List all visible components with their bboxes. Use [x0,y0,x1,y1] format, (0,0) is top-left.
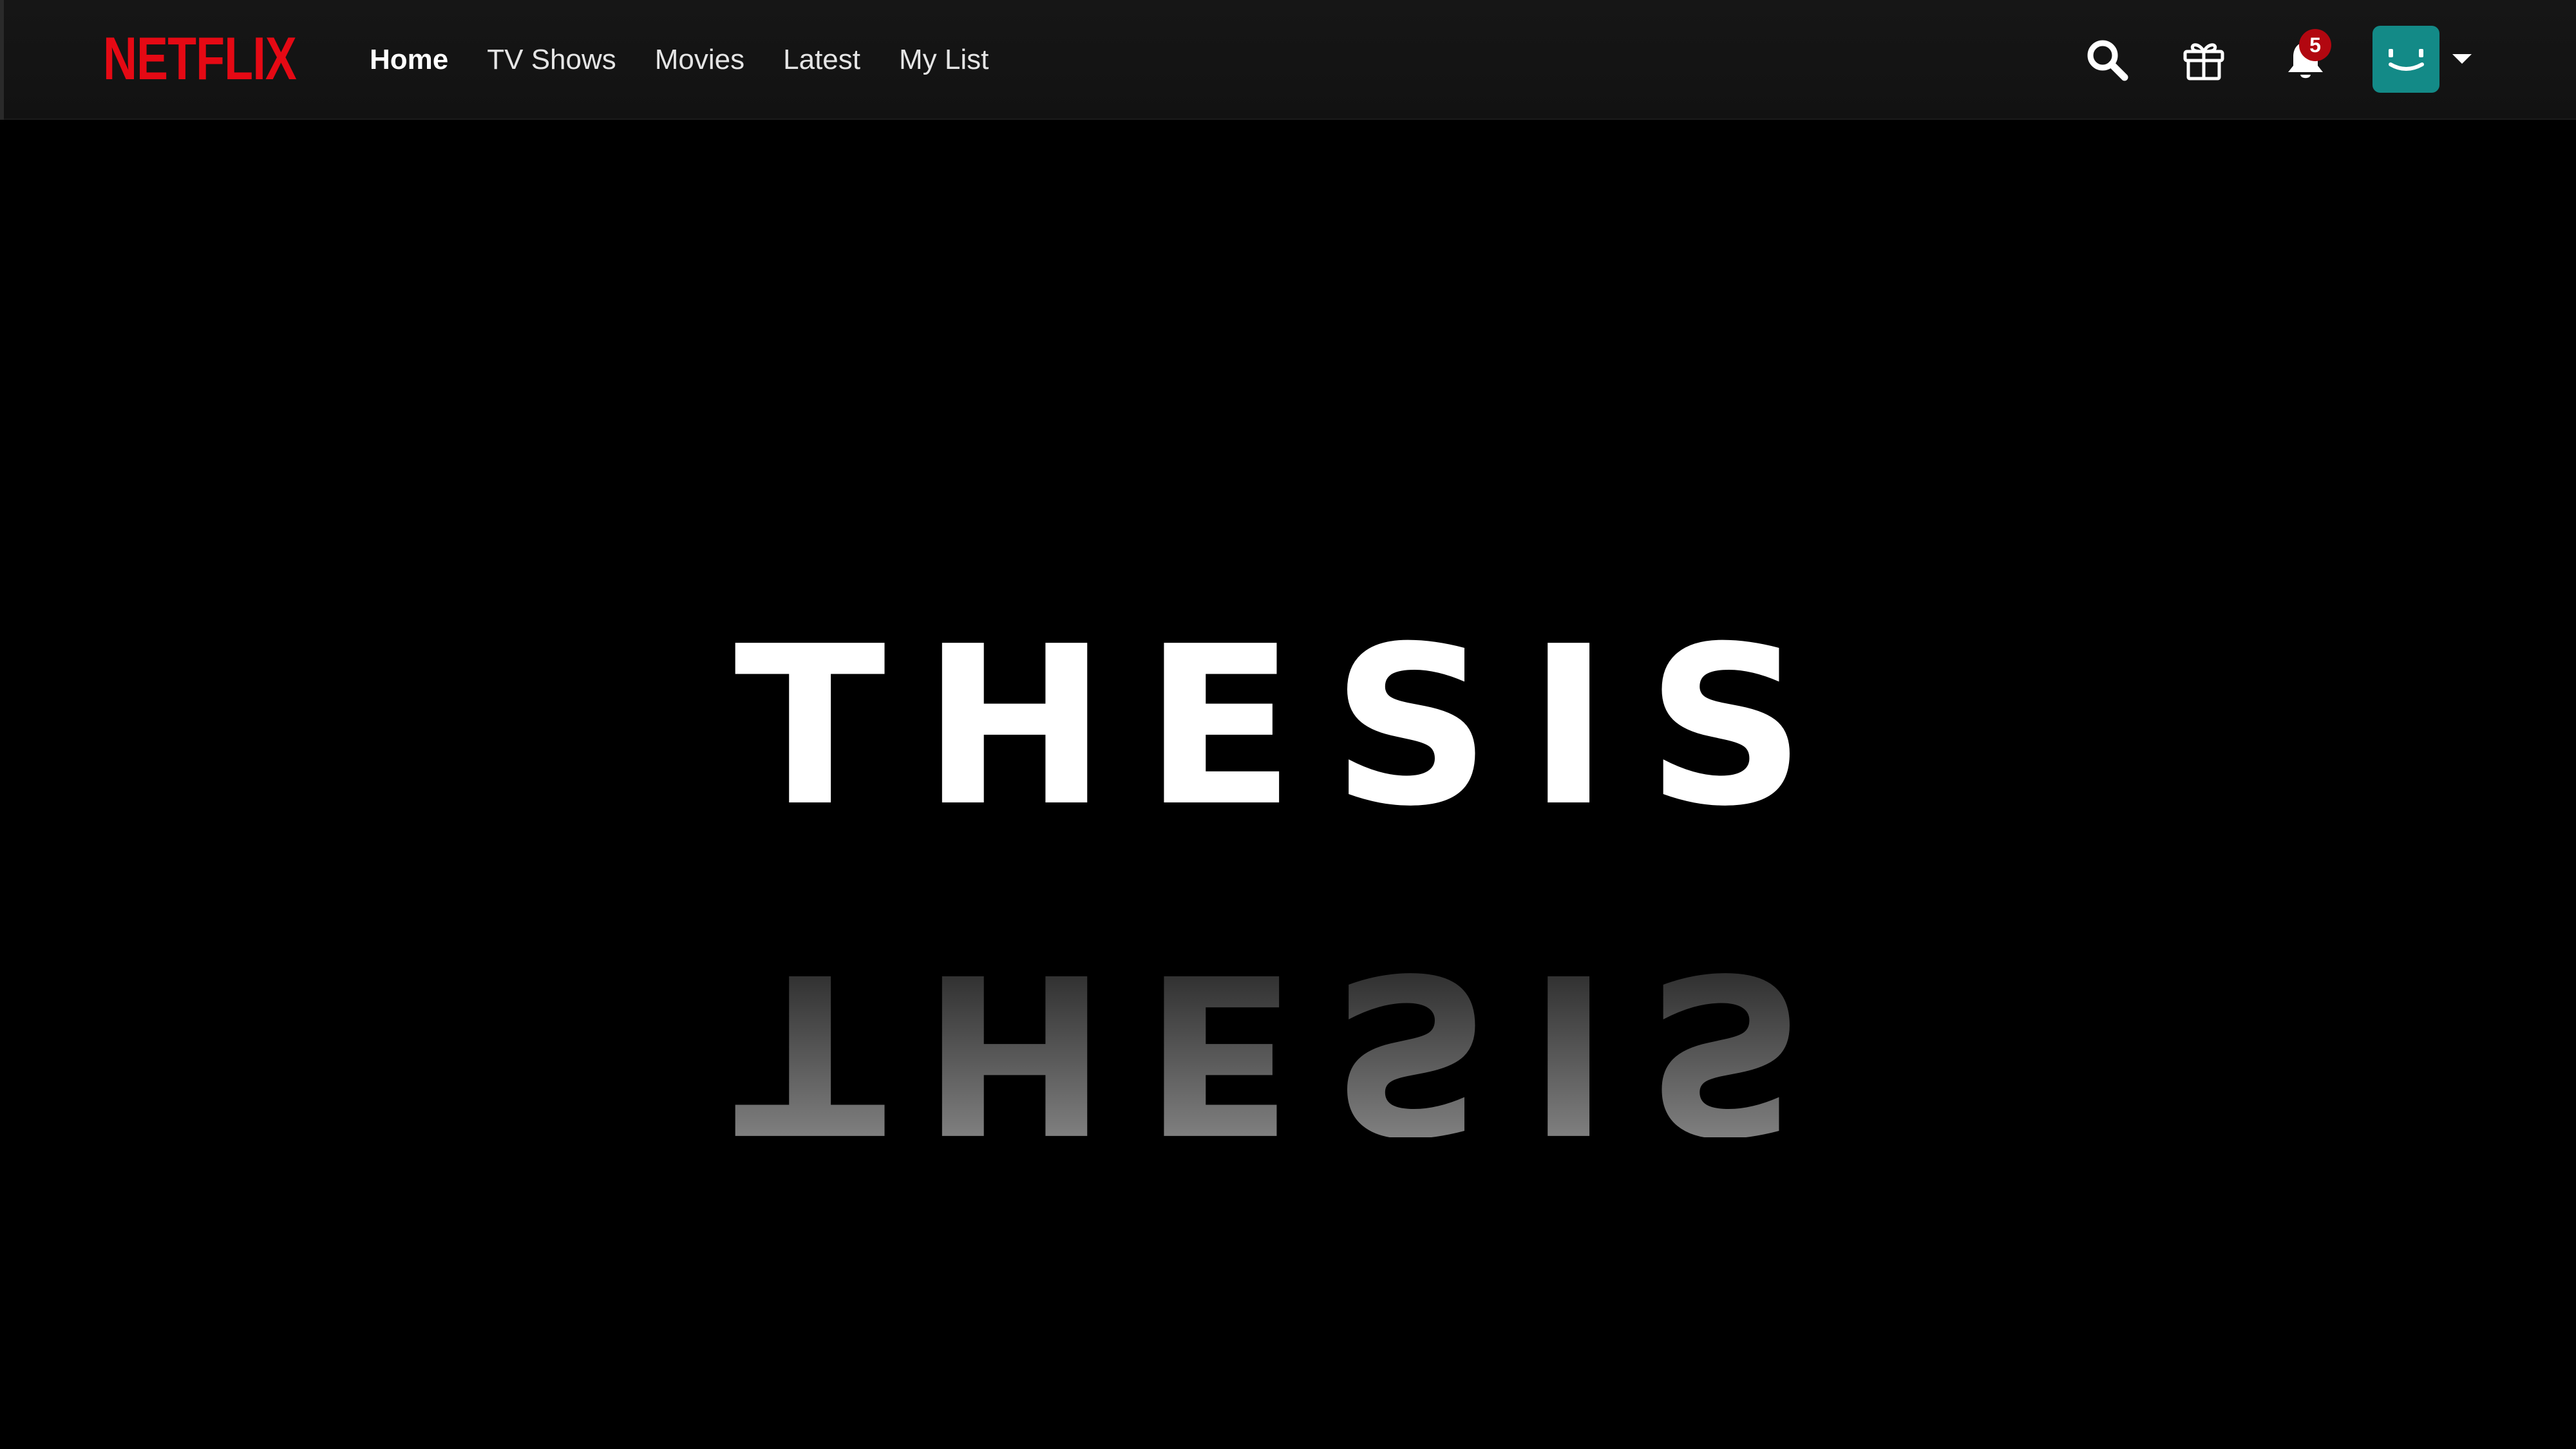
nav-link-tv-shows[interactable]: TV Shows [487,39,616,81]
netflix-logo[interactable]: NETFLIX [103,24,351,92]
netflix-home-page: NETFLIX Home TV Shows Movies Latest My L… [0,0,2576,1449]
gift-button[interactable] [2178,34,2230,86]
nav-link-my-list[interactable]: My List [899,39,989,81]
hero-title-card: THESIS THESIS [0,120,2576,1449]
gift-icon [2183,43,2224,80]
search-button[interactable] [2081,34,2133,86]
top-navigation-bar: NETFLIX Home TV Shows Movies Latest My L… [0,0,2576,120]
hero-title-reflection: THESIS [734,924,1842,1179]
nav-left-edge [0,0,4,120]
nav-link-latest[interactable]: Latest [783,39,860,81]
nav-link-movies[interactable]: Movies [655,39,744,81]
logo-text: NETFLIX [103,24,297,92]
search-icon [2087,40,2128,81]
caret-down-icon[interactable] [2452,54,2472,64]
notification-count-badge: 5 [2299,29,2331,61]
notifications-button[interactable]: 5 [2280,29,2331,86]
title-art: THESIS THESIS [734,600,1842,1179]
primary-nav: Home TV Shows Movies Latest My List [370,39,1027,81]
nav-link-home[interactable]: Home [370,39,448,81]
hero-title: THESIS [734,600,1842,855]
profile-avatar[interactable] [2372,26,2439,93]
smiley-face-icon [2389,49,2424,71]
hero-title-reflection-group: THESIS [734,924,1842,1179]
